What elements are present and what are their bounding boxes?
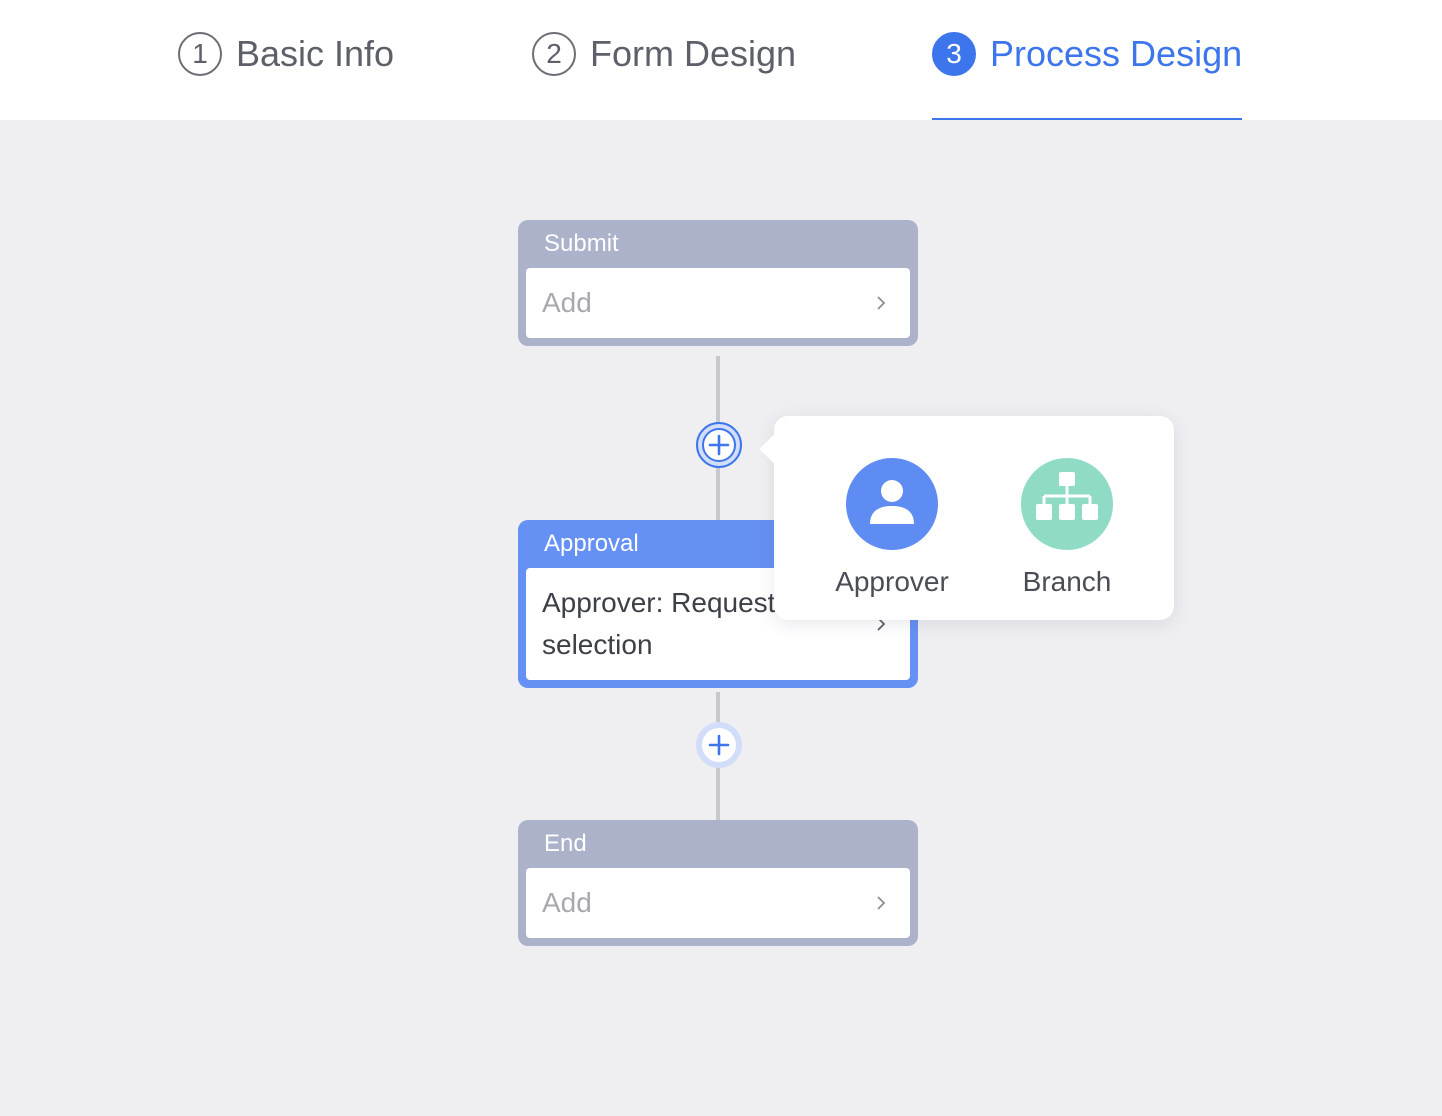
step-basic-info[interactable]: 1 Basic Info — [178, 30, 394, 120]
user-icon — [870, 480, 914, 524]
add-node-popover: Approver Branch — [759, 416, 1174, 620]
step-number: 3 — [932, 32, 976, 76]
branch-icon-circle — [1021, 458, 1113, 550]
steps-bar: 1 Basic Info 2 Form Design 3 Process Des… — [0, 0, 1442, 120]
popover-arrow — [759, 433, 791, 465]
add-approver-option[interactable]: Approver — [812, 458, 972, 600]
node-content: Add — [542, 887, 592, 918]
plus-icon — [708, 734, 730, 756]
node-end: End Add — [518, 820, 918, 946]
approver-icon-circle — [846, 458, 938, 550]
org-chart-icon — [1036, 472, 1098, 520]
add-node-button[interactable] — [696, 422, 742, 468]
step-label: Process Design — [990, 33, 1243, 74]
step-number: 1 — [178, 32, 222, 76]
plus-icon — [708, 434, 730, 456]
option-label: Branch — [1022, 566, 1112, 597]
step-form-design[interactable]: 2 Form Design — [532, 30, 796, 120]
node-content: Add — [542, 287, 592, 318]
chevron-right-icon — [877, 896, 886, 910]
node-body[interactable]: Add — [526, 268, 910, 338]
node-title: End — [544, 830, 587, 857]
node-submit: Submit Add — [518, 220, 918, 346]
chevron-right-icon — [877, 296, 886, 310]
step-number: 2 — [532, 32, 576, 76]
step-process-design[interactable]: 3 Process Design — [932, 30, 1243, 120]
node-title: Submit — [544, 230, 619, 257]
add-branch-option[interactable]: Branch — [987, 458, 1147, 600]
option-label: Approver — [835, 566, 949, 597]
add-node-button[interactable] — [696, 722, 742, 768]
step-label: Form Design — [590, 33, 797, 74]
step-label: Basic Info — [236, 33, 395, 74]
node-body[interactable]: Add — [526, 868, 910, 938]
